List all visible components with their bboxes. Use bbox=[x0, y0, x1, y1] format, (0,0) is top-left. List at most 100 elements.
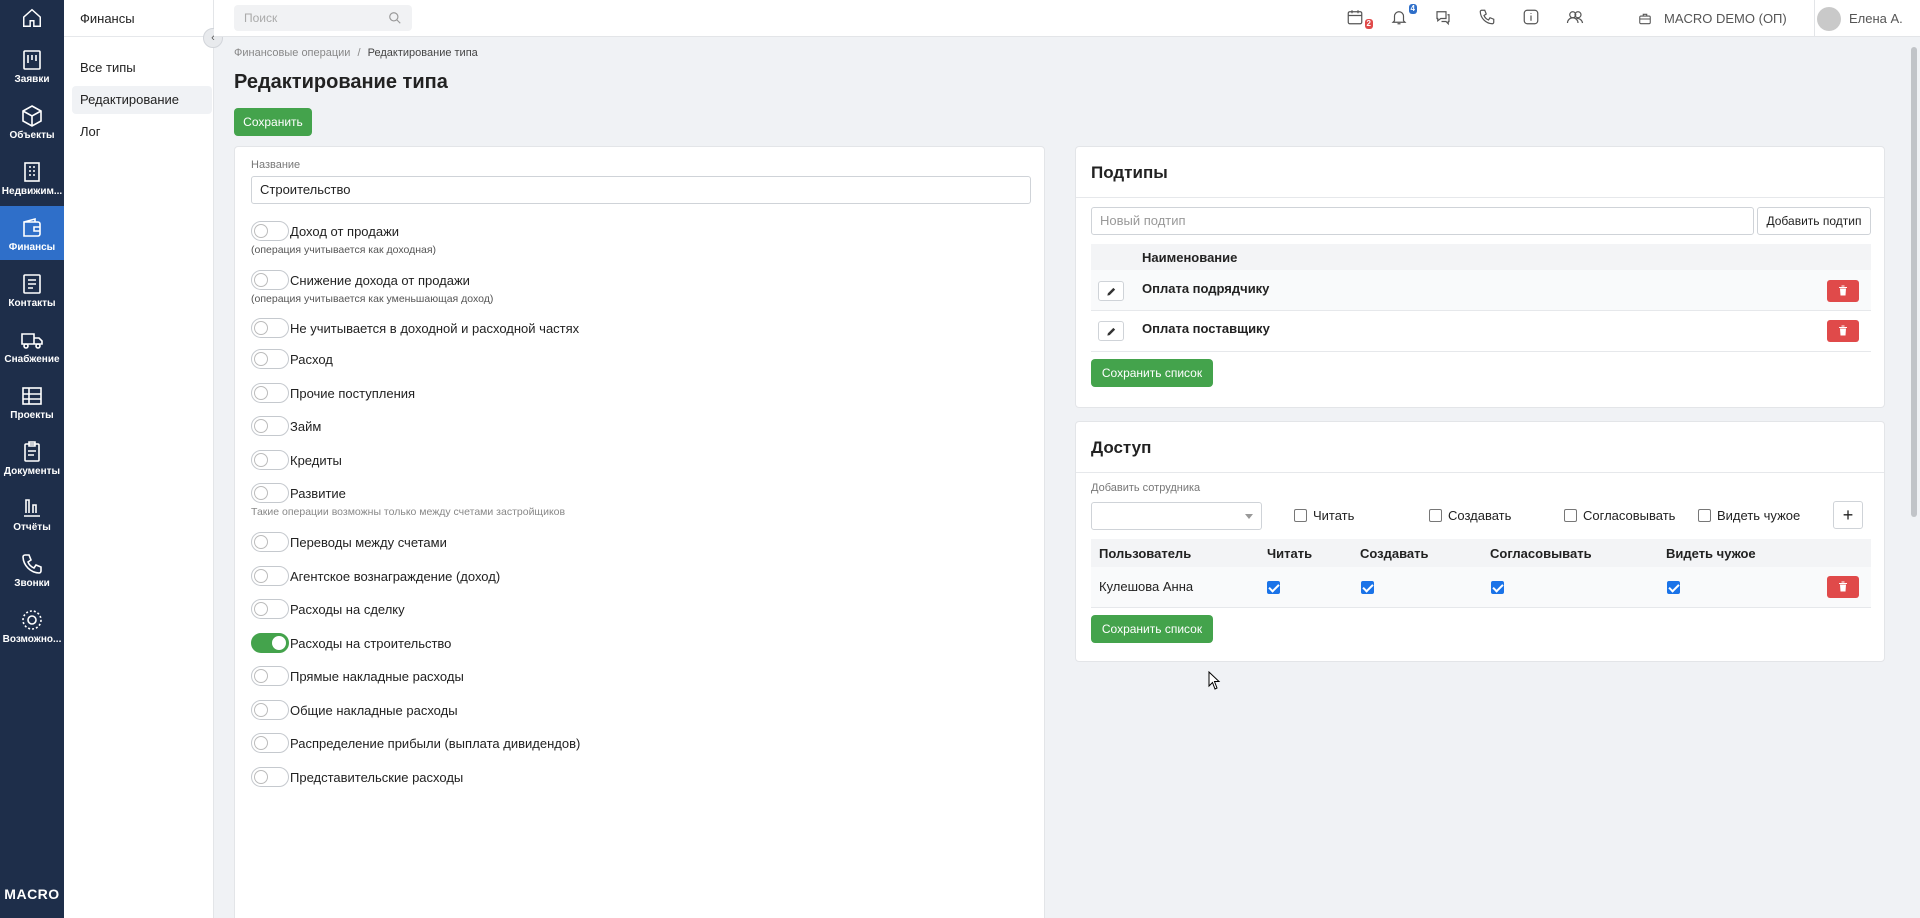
edit-button[interactable] bbox=[1098, 281, 1124, 301]
nav-item-chart[interactable]: Отчёты bbox=[0, 486, 64, 540]
row-create-checkbox[interactable] bbox=[1361, 581, 1374, 594]
subnav-item-edit[interactable]: Редактирование bbox=[72, 86, 212, 114]
toggle-switch[interactable] bbox=[251, 318, 289, 338]
nav-item-requests[interactable]: Заявки bbox=[0, 38, 64, 92]
delete-button[interactable] bbox=[1827, 320, 1859, 342]
toggle-label: Расходы на строительство bbox=[290, 636, 452, 651]
toggle-hint: (операция учитывается как доходная) bbox=[251, 244, 437, 256]
toggle-row: Не учитывается в доходной и расходной ча… bbox=[251, 316, 951, 340]
row-read-checkbox[interactable] bbox=[1267, 581, 1280, 594]
nav-item-truck[interactable]: Снабжение bbox=[0, 318, 64, 372]
company-selector[interactable]: MACRO DEMO (ОП) bbox=[1634, 0, 1787, 37]
toggle-knob bbox=[254, 419, 268, 433]
add-employee-button[interactable]: + bbox=[1833, 501, 1863, 529]
home-button[interactable] bbox=[0, 0, 64, 36]
toggle-knob bbox=[254, 386, 268, 400]
toggle-row: Расход bbox=[251, 347, 951, 371]
breadcrumb-separator: / bbox=[357, 47, 361, 59]
page-scrollbar[interactable] bbox=[1908, 37, 1920, 918]
subnav-item-log[interactable]: Лог bbox=[72, 118, 212, 146]
toggle-switch[interactable] bbox=[251, 416, 289, 436]
toggle-knob bbox=[254, 669, 268, 683]
toggle-switch[interactable] bbox=[251, 483, 289, 503]
briefcase-icon bbox=[1639, 13, 1651, 25]
toggle-row: Расходы на сделку bbox=[251, 597, 951, 621]
divider bbox=[1076, 472, 1884, 473]
toggle-switch[interactable] bbox=[251, 733, 289, 753]
see-others-label: Видеть чужое bbox=[1717, 508, 1801, 523]
trash-icon bbox=[1839, 325, 1847, 336]
info-button[interactable] bbox=[1522, 8, 1542, 28]
toggle-switch[interactable] bbox=[251, 700, 289, 720]
pencil-icon bbox=[1107, 287, 1116, 296]
user-menu[interactable]: Елена А. bbox=[1815, 0, 1903, 37]
main-navigation: Заявки Объекты Недвижим... Финансы Контакты С… bbox=[0, 0, 64, 918]
row-see-others-checkbox[interactable] bbox=[1667, 581, 1680, 594]
toggle-row: Развитие Такие операции возможны только м… bbox=[251, 481, 951, 518]
type-form-card: Название Строительство Доход от продажи (… bbox=[234, 146, 1045, 918]
toggle-switch[interactable] bbox=[251, 566, 289, 586]
users-button[interactable] bbox=[1566, 8, 1586, 28]
subnav-item-all-types[interactable]: Все типы bbox=[72, 54, 212, 82]
read-label: Читать bbox=[1313, 508, 1355, 523]
phone-icon bbox=[1479, 9, 1495, 25]
nav-item-contacts[interactable]: Контакты bbox=[0, 262, 64, 316]
avatar bbox=[1817, 7, 1841, 31]
save-subtypes-list-button[interactable]: Сохранить список bbox=[1091, 359, 1213, 387]
divider bbox=[64, 36, 214, 37]
nav-item-documents[interactable]: Документы bbox=[0, 430, 64, 484]
add-subtype-button[interactable]: Добавить подтип bbox=[1757, 207, 1871, 235]
see-others-checkbox[interactable] bbox=[1698, 509, 1711, 522]
save-access-list-button[interactable]: Сохранить список bbox=[1091, 615, 1213, 643]
name-field[interactable]: Строительство bbox=[251, 176, 1031, 204]
toggle-switch[interactable] bbox=[251, 633, 289, 653]
toggle-switch[interactable] bbox=[251, 767, 289, 787]
toggle-switch[interactable] bbox=[251, 221, 289, 241]
delete-button[interactable] bbox=[1827, 576, 1859, 598]
mouse-cursor-icon bbox=[1208, 671, 1221, 690]
create-checkbox[interactable] bbox=[1429, 509, 1442, 522]
notifications-button[interactable]: 4 bbox=[1390, 4, 1417, 28]
read-checkbox[interactable] bbox=[1294, 509, 1307, 522]
toggle-switch[interactable] bbox=[251, 450, 289, 470]
scrollbar-thumb[interactable] bbox=[1911, 47, 1917, 517]
chart-icon bbox=[24, 499, 40, 517]
toggle-label: Расход bbox=[290, 352, 333, 367]
subtype-name: Оплата поставщику bbox=[1142, 321, 1270, 336]
approve-checkbox[interactable] bbox=[1564, 509, 1577, 522]
toggle-switch[interactable] bbox=[251, 599, 289, 619]
nav-item-projects[interactable]: Проекты bbox=[0, 374, 64, 428]
column-header-name: Наименование bbox=[1142, 250, 1238, 265]
delete-button[interactable] bbox=[1827, 280, 1859, 302]
calendar-button[interactable]: 2 bbox=[1346, 8, 1373, 29]
toggle-label: Займ bbox=[290, 419, 322, 434]
new-subtype-input[interactable]: Новый подтип bbox=[1091, 207, 1754, 235]
toggle-switch[interactable] bbox=[251, 383, 289, 403]
toggle-switch[interactable] bbox=[251, 666, 289, 686]
name-label: Название bbox=[251, 159, 301, 171]
access-card: Доступ Добавить сотрудника Читать Создав… bbox=[1075, 421, 1885, 662]
toggle-label: Представительские расходы bbox=[290, 770, 464, 785]
trash-icon bbox=[1839, 581, 1847, 592]
edit-button[interactable] bbox=[1098, 321, 1124, 341]
toggle-knob bbox=[254, 273, 268, 287]
employee-select[interactable] bbox=[1091, 502, 1262, 530]
row-approve-checkbox[interactable] bbox=[1491, 581, 1504, 594]
toggle-label: Не учитывается в доходной и расходной ча… bbox=[290, 321, 580, 336]
chat-button[interactable] bbox=[1434, 8, 1454, 28]
toggle-switch[interactable] bbox=[251, 270, 289, 290]
nav-item-phone[interactable]: Звонки bbox=[0, 542, 64, 596]
calls-button[interactable] bbox=[1478, 8, 1498, 28]
search-input[interactable]: Поиск bbox=[234, 5, 412, 31]
nav-item-wallet[interactable]: Финансы bbox=[0, 206, 64, 260]
nav-item-gear[interactable]: Возможно... bbox=[0, 598, 64, 652]
column-header-user: Пользователь bbox=[1099, 546, 1192, 561]
nav-item-building[interactable]: Недвижим... bbox=[0, 150, 64, 204]
nav-item-label: Недвижим... bbox=[1, 186, 63, 197]
toggle-switch[interactable] bbox=[251, 532, 289, 552]
toggle-switch[interactable] bbox=[251, 349, 289, 369]
breadcrumb-parent-link[interactable]: Финансовые операции bbox=[234, 47, 350, 59]
nav-item-cube[interactable]: Объекты bbox=[0, 94, 64, 148]
save-button[interactable]: Сохранить bbox=[234, 108, 312, 136]
section-subnav: Финансы Все типы Редактирование Лог bbox=[64, 0, 214, 918]
